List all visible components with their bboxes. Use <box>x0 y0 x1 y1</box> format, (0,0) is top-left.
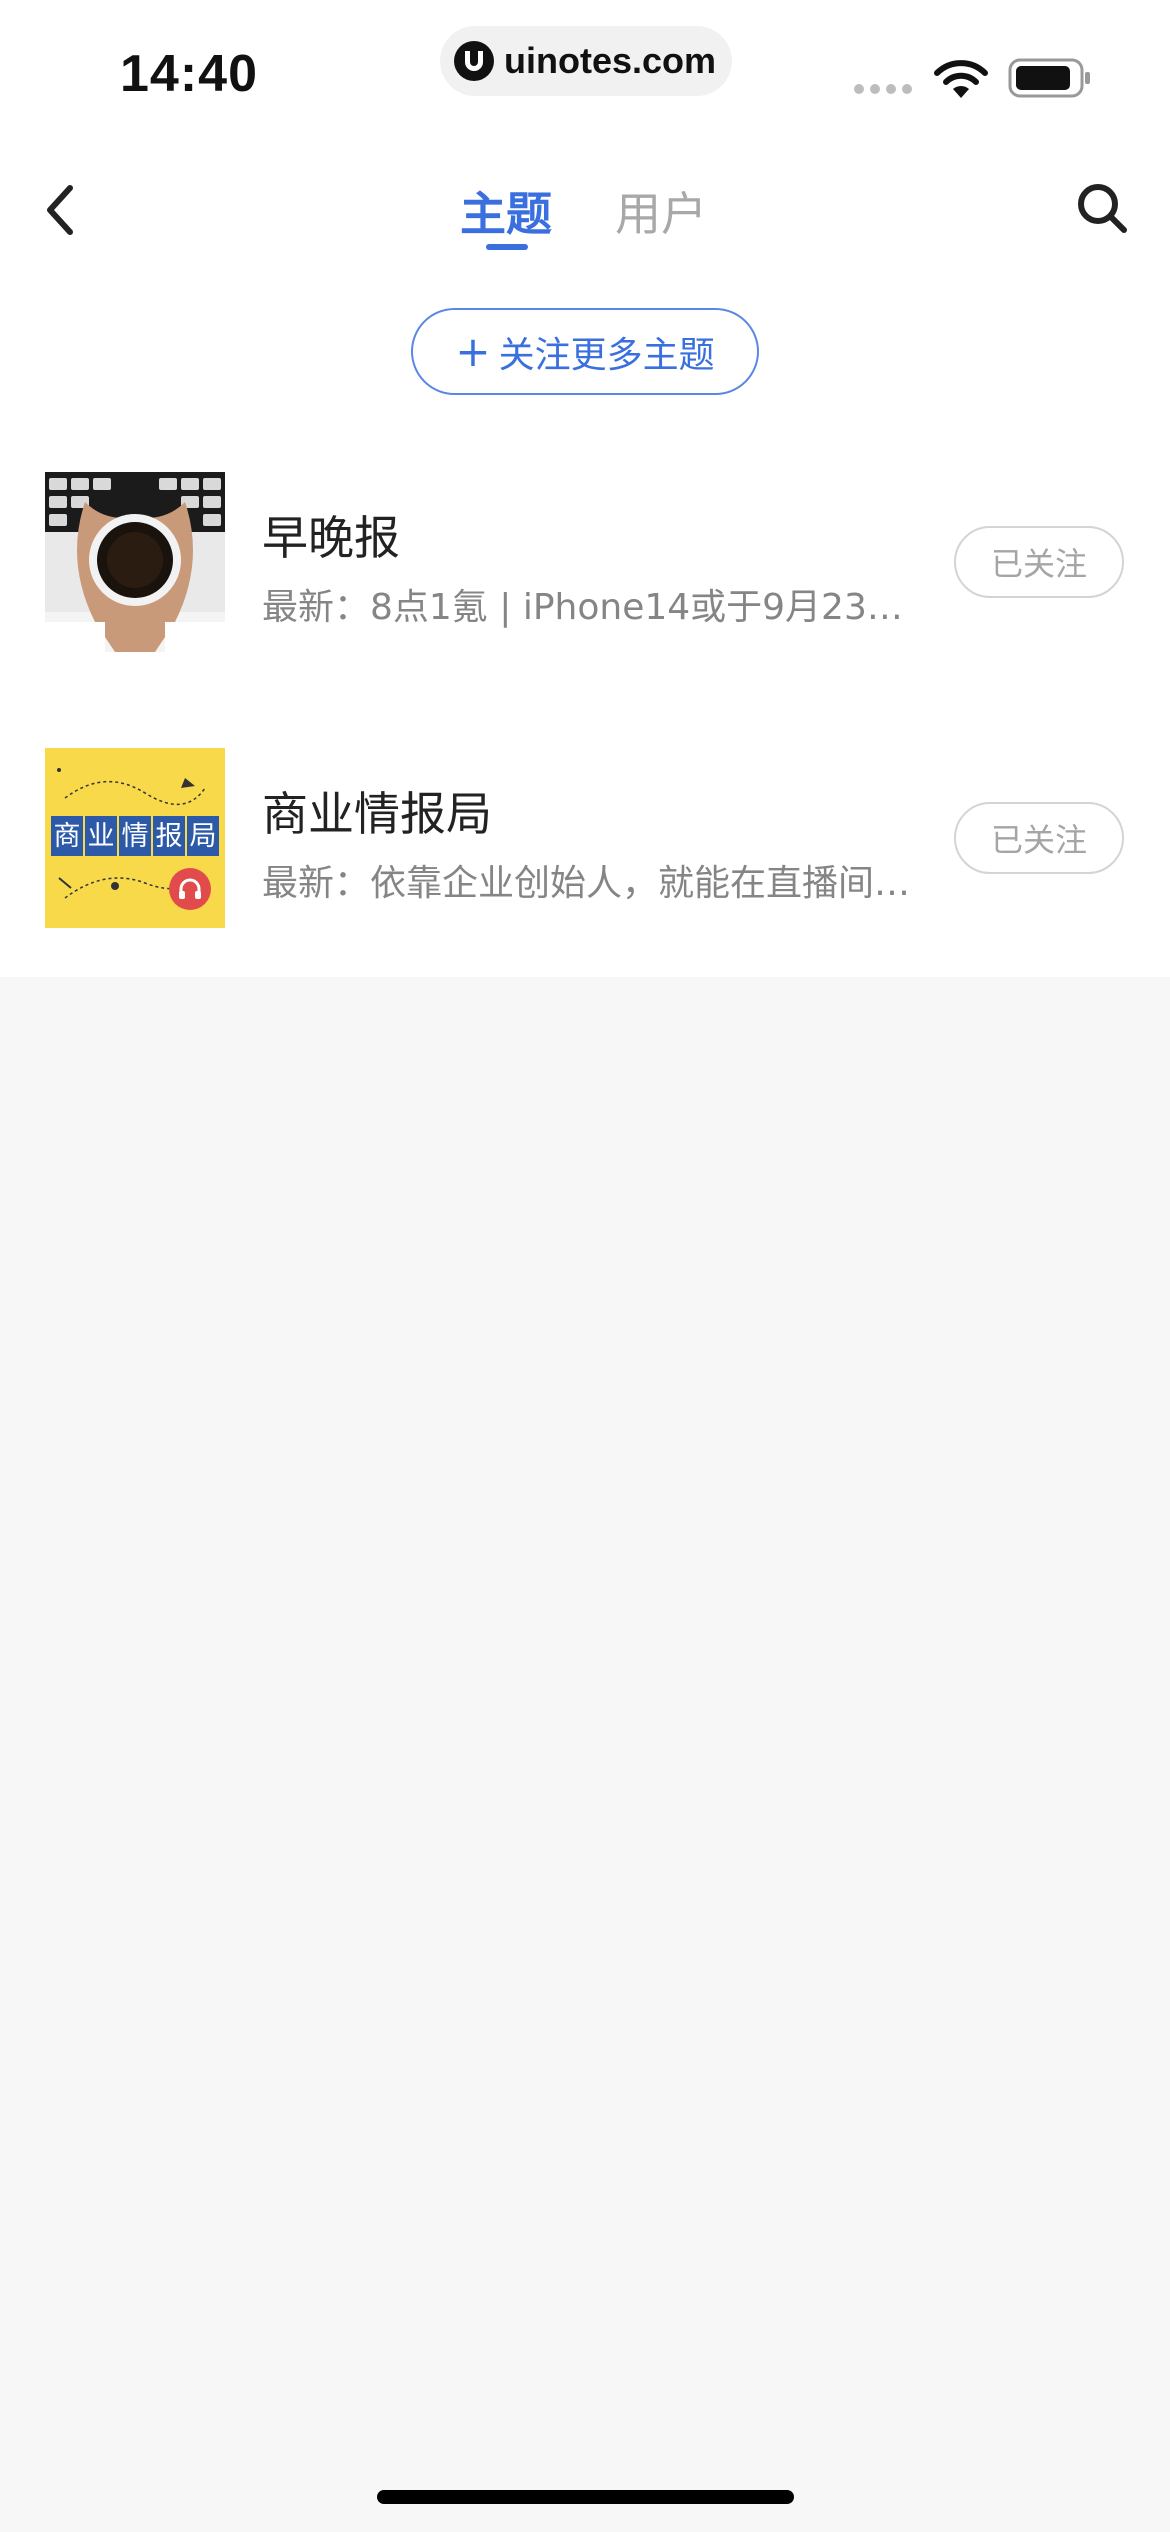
thumbnail-title-banner: 商 业 情 报 局 <box>51 816 219 856</box>
followed-button[interactable]: 已关注 <box>954 526 1124 598</box>
site-logo-icon <box>454 41 494 81</box>
followed-button[interactable]: 已关注 <box>954 802 1124 874</box>
topic-latest: 最新：8点1氪 | iPhone14或于9月23日发售… <box>262 587 922 628</box>
banner-char: 商 <box>51 816 83 856</box>
follow-more-topics-button[interactable]: + 关注更多主题 <box>411 308 759 395</box>
banner-char: 报 <box>153 816 185 856</box>
tab-topics[interactable]: 主题 <box>460 178 552 244</box>
topic-item[interactable]: 早晚报 最新：8点1氪 | iPhone14或于9月23日发售… 已关注 <box>0 472 1170 652</box>
topic-latest: 最新：依靠企业创始人，就能在直播间卖货吗？ <box>262 863 922 904</box>
url-text: uinotes.com <box>504 40 717 81</box>
plus-icon: + <box>455 326 491 376</box>
tab-users[interactable]: 用户 <box>615 178 707 244</box>
topic-thumbnail-coffee <box>45 472 225 652</box>
search-icon[interactable] <box>1074 178 1130 238</box>
topic-title: 商业情报局 <box>262 787 492 841</box>
banner-char: 局 <box>187 816 219 856</box>
topic-title: 早晚报 <box>262 511 400 565</box>
battery-icon <box>1008 58 1090 98</box>
back-button[interactable] <box>38 180 82 240</box>
headphones-icon <box>169 868 211 910</box>
follow-more-label: 关注更多主题 <box>498 334 715 376</box>
status-time: 14:40 <box>120 45 258 103</box>
wifi-icon <box>934 60 988 98</box>
home-indicator[interactable] <box>377 2490 794 2504</box>
topic-item[interactable]: 商 业 情 报 局 商业情报局 最新：依靠企业创始人，就能在直播间卖货吗？ 已关… <box>0 748 1170 928</box>
banner-char: 情 <box>119 816 151 856</box>
banner-char: 业 <box>85 816 117 856</box>
tab-active-indicator <box>486 244 528 250</box>
url-pill[interactable]: uinotes.com <box>440 26 732 96</box>
cellular-signal-icon <box>854 84 912 94</box>
topic-thumbnail-business: 商 业 情 报 局 <box>45 748 225 928</box>
